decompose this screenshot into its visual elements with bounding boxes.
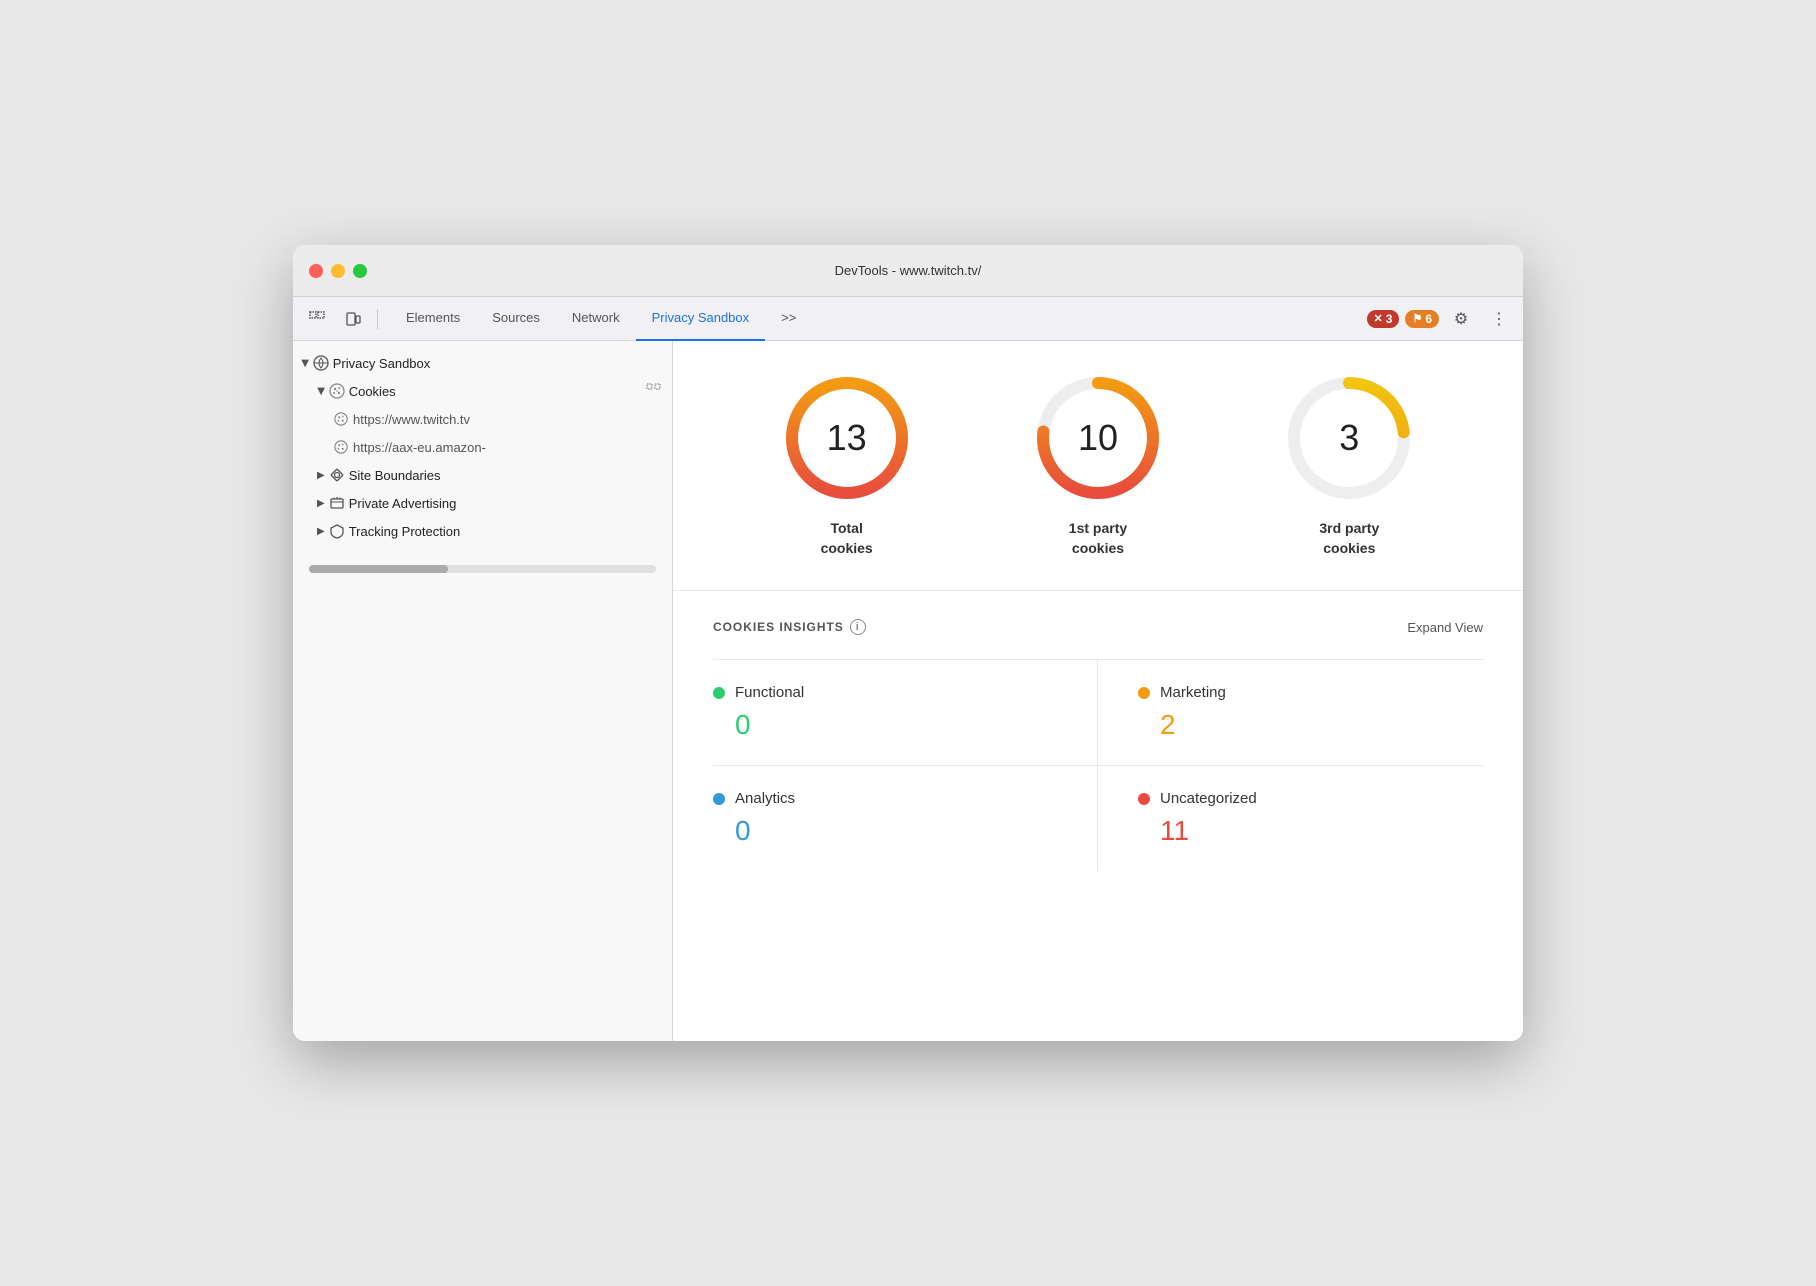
total-cookies-donut: 13 Total cookies <box>782 373 912 558</box>
sidebar-item-twitch[interactable]: https://www.twitch.tv <box>293 405 672 433</box>
uncategorized-value: 11 <box>1160 815 1467 847</box>
triangle-icon: ▶ <box>315 387 326 395</box>
main-area: ▶ Privacy Sandbox ▶ <box>293 341 1523 1041</box>
insight-marketing-label-row: Marketing <box>1138 684 1467 701</box>
sidebar-item-private-advertising[interactable]: ▶ Private Advertising <box>293 489 672 517</box>
tab-elements[interactable]: Elements <box>390 297 476 341</box>
right-panel: 13 Total cookies <box>673 341 1523 1041</box>
error-badge[interactable]: ✕ 3 <box>1367 310 1400 328</box>
private-advertising-icon <box>329 495 345 511</box>
insight-analytics: Analytics 0 <box>713 766 1098 871</box>
insights-section: COOKIES INSIGHTS i Expand View Functiona… <box>673 591 1523 1041</box>
tab-privacy-sandbox[interactable]: Privacy Sandbox <box>636 297 766 341</box>
marketing-dot <box>1138 687 1150 699</box>
settings-icon[interactable]: ⚙ <box>1445 303 1477 335</box>
sidebar-item-tracking-protection[interactable]: ▶ Tracking Protection <box>293 517 672 545</box>
cookie-item-icon <box>333 411 349 427</box>
toolbar-divider <box>377 309 378 329</box>
functional-dot <box>713 687 725 699</box>
toolbar: Elements Sources Network Privacy Sandbox… <box>293 297 1523 341</box>
warning-badge[interactable]: ⚑ 6 <box>1405 310 1439 328</box>
inspector-icon[interactable] <box>301 303 333 335</box>
window-title: DevTools - www.twitch.tv/ <box>835 263 982 278</box>
analytics-dot <box>713 793 725 805</box>
tab-network[interactable]: Network <box>556 297 636 341</box>
analytics-value: 0 <box>735 815 1081 847</box>
toolbar-tabs: Elements Sources Network Privacy Sandbox… <box>390 297 812 340</box>
insight-uncategorized-label-row: Uncategorized <box>1138 790 1467 807</box>
privacy-sandbox-icon <box>313 355 329 371</box>
cookies-icon <box>329 383 345 399</box>
insight-uncategorized: Uncategorized 11 <box>1098 766 1483 871</box>
tab-more[interactable]: >> <box>765 297 812 341</box>
triangle-icon: ▶ <box>299 359 310 367</box>
sidebar-item-amazon[interactable]: https://aax-eu.amazon- <box>293 433 672 461</box>
insight-analytics-label-row: Analytics <box>713 790 1081 807</box>
third-party-donut: 3 3rd party cookies <box>1284 373 1414 558</box>
insight-functional: Functional 0 <box>713 660 1098 766</box>
insight-functional-label-row: Functional <box>713 684 1081 701</box>
total-donut-circle: 13 <box>782 373 912 503</box>
minimize-button[interactable] <box>331 264 345 278</box>
donut-section: 13 Total cookies <box>673 341 1523 591</box>
marketing-value: 2 <box>1160 709 1467 741</box>
insights-header: COOKIES INSIGHTS i Expand View <box>713 619 1483 635</box>
close-button[interactable] <box>309 264 323 278</box>
first-party-donut: 10 1st party cookies <box>1033 373 1163 558</box>
toolbar-right: ✕ 3 ⚑ 6 ⚙ ⋮ <box>1367 303 1515 335</box>
insights-grid: Functional 0 Marketing 2 <box>713 660 1483 871</box>
cookies-action-icon[interactable] <box>644 381 664 401</box>
info-icon[interactable]: i <box>850 619 866 635</box>
expand-view-button[interactable]: Expand View <box>1407 620 1483 635</box>
uncategorized-dot <box>1138 793 1150 805</box>
triangle-icon: ▶ <box>317 498 325 509</box>
tracking-protection-icon <box>329 523 345 539</box>
sidebar-item-privacy-sandbox[interactable]: ▶ Privacy Sandbox <box>293 349 672 377</box>
window-controls <box>309 264 367 278</box>
third-party-label: 3rd party cookies <box>1319 519 1379 558</box>
functional-value: 0 <box>735 709 1081 741</box>
devtools-window: DevTools - www.twitch.tv/ Elements Sourc… <box>293 245 1523 1041</box>
sidebar: ▶ Privacy Sandbox ▶ <box>293 341 673 1041</box>
triangle-icon: ▶ <box>317 470 325 481</box>
title-bar: DevTools - www.twitch.tv/ <box>293 245 1523 297</box>
sidebar-item-cookies[interactable]: ▶ Cookies <box>293 377 672 405</box>
more-options-icon[interactable]: ⋮ <box>1483 303 1515 335</box>
sidebar-scrollbar[interactable] <box>309 565 656 573</box>
site-boundaries-icon <box>329 467 345 483</box>
sidebar-scrollbar-area <box>293 545 672 589</box>
device-icon[interactable] <box>337 303 369 335</box>
maximize-button[interactable] <box>353 264 367 278</box>
tab-sources[interactable]: Sources <box>476 297 556 341</box>
triangle-icon: ▶ <box>317 526 325 537</box>
total-cookies-label: Total cookies <box>821 519 873 558</box>
cookie-item-icon <box>333 439 349 455</box>
insight-marketing: Marketing 2 <box>1098 660 1483 766</box>
first-party-label: 1st party cookies <box>1069 519 1127 558</box>
third-party-donut-circle: 3 <box>1284 373 1414 503</box>
sidebar-item-site-boundaries[interactable]: ▶ Site Boundaries <box>293 461 672 489</box>
first-party-donut-circle: 10 <box>1033 373 1163 503</box>
insights-title: COOKIES INSIGHTS i <box>713 619 866 635</box>
